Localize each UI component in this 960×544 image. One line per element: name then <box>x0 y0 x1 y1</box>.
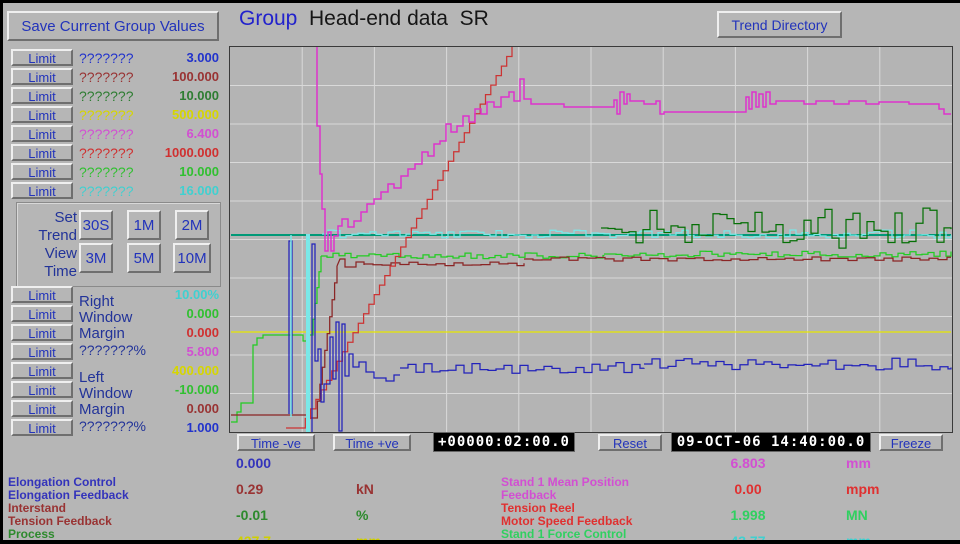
time-negative-button[interactable]: Time -ve <box>237 434 315 451</box>
trend-chart <box>230 47 952 432</box>
trend-time-30s-button[interactable]: 30S <box>79 210 113 240</box>
limit-button[interactable]: Limit <box>11 163 73 180</box>
save-current-group-values-button[interactable]: Save Current Group Values <box>7 11 219 41</box>
right-window-margin-label: Window <box>79 309 132 326</box>
limit-button[interactable]: Limit <box>11 286 73 303</box>
limit-button[interactable]: Limit <box>11 305 73 322</box>
limit-value: 1000.000 <box>109 145 219 160</box>
limit-value: 16.000 <box>109 183 219 198</box>
limit-button[interactable]: Limit <box>11 182 73 199</box>
right-window-margin-label: Right <box>79 293 114 310</box>
limit-button[interactable]: Limit <box>11 68 73 85</box>
trend-chart-area <box>229 46 953 433</box>
limit-value: 3.000 <box>109 50 219 65</box>
readout-unit: mpm <box>846 481 879 497</box>
trend-time-2m-button[interactable]: 2M <box>175 210 209 240</box>
left-window-margin-label: Window <box>79 385 132 402</box>
readout-value: -0.01 <box>236 507 268 523</box>
limit-button[interactable]: Limit <box>11 87 73 104</box>
reset-button[interactable]: Reset <box>598 434 662 451</box>
limit-button[interactable]: Limit <box>11 400 73 417</box>
trend-display-window: Save Current Group Values Group Head-end… <box>0 0 960 544</box>
set-label: Set <box>17 209 77 226</box>
freeze-button[interactable]: Freeze <box>879 434 943 451</box>
limit-value: 6.400 <box>109 126 219 141</box>
margin-value: 400.000 <box>109 363 219 378</box>
trend-time-3m-button[interactable]: 3M <box>79 243 113 273</box>
trend-time-1m-button[interactable]: 1M <box>127 210 161 240</box>
limit-button[interactable]: Limit <box>11 381 73 398</box>
right-window-margin-label: Margin <box>79 325 125 342</box>
margin-value: 0.000 <box>109 325 219 340</box>
datetime-display: 09-OCT-06 14:40:00.0 <box>671 432 871 452</box>
time-positive-button[interactable]: Time +ve <box>333 434 411 451</box>
limit-value: 100.000 <box>109 69 219 84</box>
trace-motor-speed-feedback <box>286 47 512 428</box>
limit-button[interactable]: Limit <box>11 49 73 66</box>
readout-unit: mm <box>846 455 871 471</box>
trend-time-10m-button[interactable]: 10M <box>173 243 211 273</box>
trace-elongation-feedback <box>289 241 951 432</box>
limit-value: 500.000 <box>109 107 219 122</box>
limit-value: 10.000 <box>109 88 219 103</box>
readout-value: 0.29 <box>236 481 263 497</box>
readout-value: 0.00 <box>693 481 803 497</box>
margin-value: 0.000 <box>109 401 219 416</box>
readout-unit: % <box>356 507 368 523</box>
limit-value: 10.000 <box>109 164 219 179</box>
trend-label: Trend <box>17 227 77 244</box>
window-bottom-border <box>3 540 960 544</box>
margin-percent-label: ???????% <box>79 342 146 358</box>
margin-percent-label: ???????% <box>79 418 146 434</box>
readout-unit: MN <box>846 507 868 523</box>
readout-value: 6.803 <box>693 455 803 471</box>
left-window-margin-label: Left <box>79 369 104 386</box>
page-title: Head-end data SR <box>309 7 489 31</box>
limit-button[interactable]: Limit <box>11 144 73 161</box>
trend-directory-button[interactable]: Trend Directory <box>717 11 842 38</box>
limit-button[interactable]: Limit <box>11 106 73 123</box>
readout-unit: kN <box>356 481 374 497</box>
elapsed-time-display: +00000:02:00.0 <box>433 432 575 452</box>
trace-measured-total-roll-force <box>601 208 951 248</box>
limit-button[interactable]: Limit <box>11 324 73 341</box>
limit-button[interactable]: Limit <box>11 343 73 360</box>
limit-button[interactable]: Limit <box>11 362 73 379</box>
readout-value: 1.998 <box>693 507 803 523</box>
limit-button[interactable]: Limit <box>11 419 73 436</box>
margin-value: 10.00% <box>109 287 219 302</box>
trace-stand1-mean-position-feedback <box>317 47 951 251</box>
left-window-margin-label: Margin <box>79 401 125 418</box>
group-label: Group <box>239 7 297 31</box>
view-label: View <box>17 245 77 262</box>
readout-value: 0.000 <box>236 455 271 471</box>
time-label: Time <box>17 263 77 280</box>
limit-button[interactable]: Limit <box>11 125 73 142</box>
trend-time-5m-button[interactable]: 5M <box>127 243 161 273</box>
